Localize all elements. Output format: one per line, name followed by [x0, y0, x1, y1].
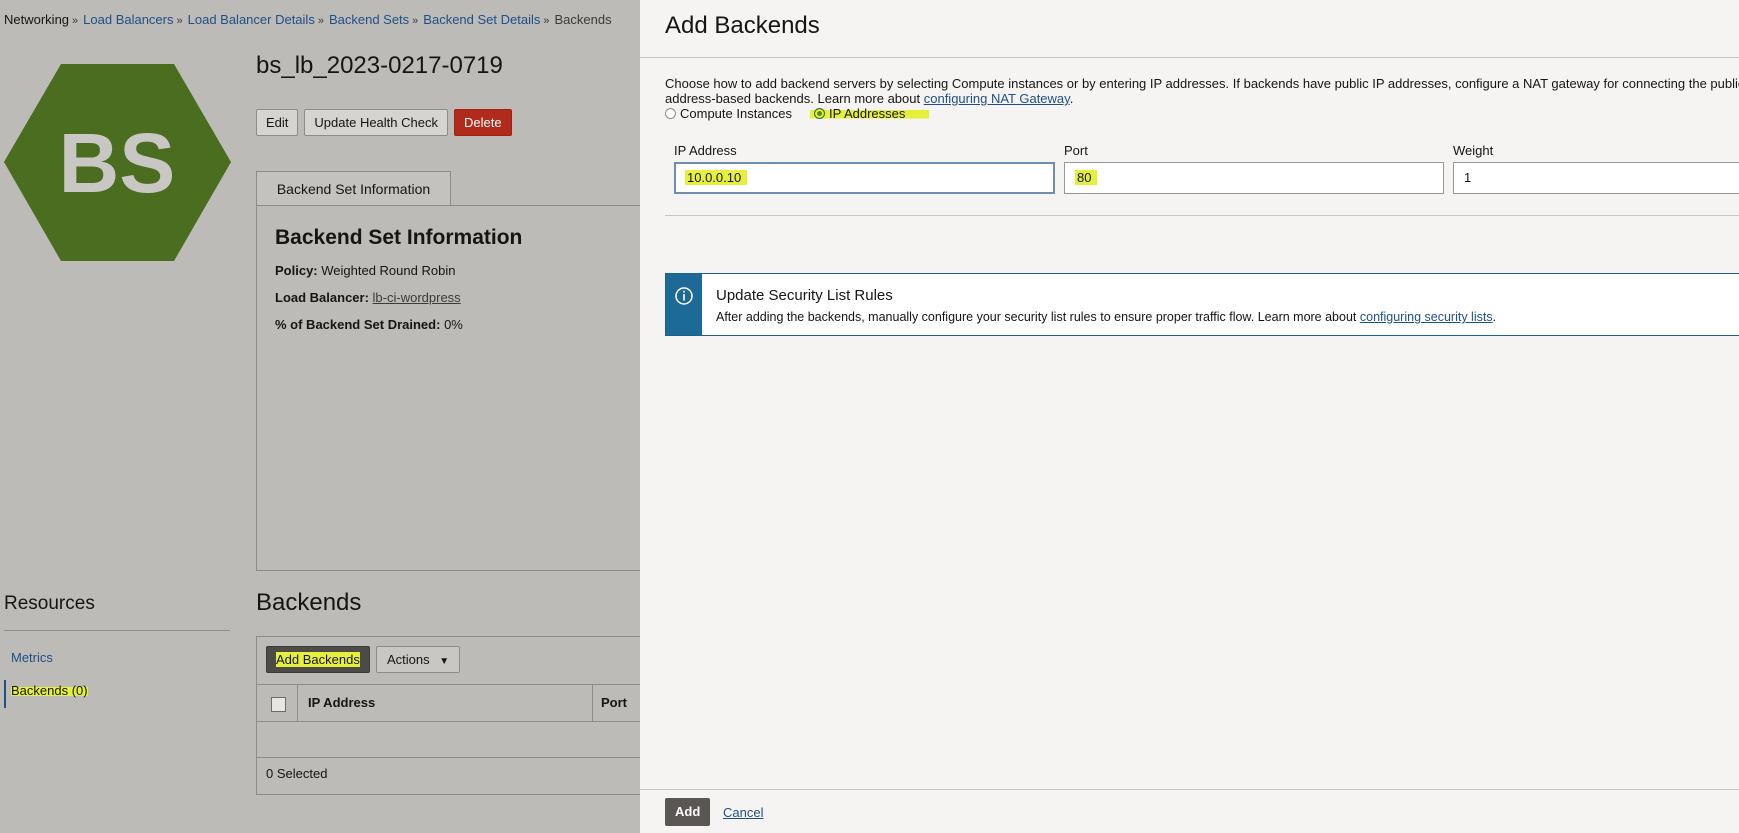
cancel-link[interactable]: Cancel	[723, 805, 763, 820]
panel-footer-divider	[640, 789, 1739, 790]
resources-active-indicator	[4, 680, 6, 708]
breadcrumb-backend-set-details[interactable]: Backend Set Details	[423, 12, 540, 27]
port-label: Port	[1064, 143, 1088, 158]
policy-value: Weighted Round Robin	[321, 263, 456, 278]
breadcrumb-sep: »	[543, 15, 550, 27]
weight-value: 1	[1464, 170, 1472, 185]
breadcrumb-sep: »	[412, 15, 419, 27]
column-port[interactable]: Port	[601, 685, 627, 721]
table-footer-divider	[257, 757, 656, 758]
port-value: 80	[1075, 170, 1098, 185]
ip-address-value: 10.0.0.10	[685, 170, 748, 185]
resources-title: Resources	[4, 593, 95, 614]
breadcrumb: Networking» Load Balancers» Load Balancer …	[4, 12, 612, 27]
add-backends-panel: Add Backends Choose how to add backend s…	[640, 0, 1739, 833]
page-title: bs_lb_2023-0217-0719	[256, 52, 503, 79]
ip-address-input[interactable]: 10.0.0.10	[674, 162, 1055, 194]
actions-label: Actions	[387, 652, 430, 667]
weight-label: Weight	[1453, 143, 1494, 158]
drained-value: 0%	[444, 317, 463, 332]
caret-down-icon: ▼	[439, 656, 450, 667]
breadcrumb-sep: »	[72, 15, 79, 27]
compute-instances-radio[interactable]	[665, 108, 676, 119]
weight-input[interactable]: 1	[1453, 162, 1739, 194]
breadcrumb-sep: »	[317, 15, 324, 27]
panel-description: Choose how to add backend servers by sel…	[665, 76, 1739, 106]
column-ip-address[interactable]: IP Address	[308, 685, 375, 721]
nat-gateway-link[interactable]: configuring NAT Gateway	[924, 91, 1070, 106]
selected-count: 0 Selected	[266, 766, 328, 781]
actions-button[interactable]: Actions ▼	[376, 646, 461, 673]
table-header: IP Address Port	[257, 684, 656, 722]
info-heading: Backend Set Information	[275, 226, 523, 249]
description-line-2: address-based backends. Learn more about	[665, 91, 921, 106]
security-list-alert: Update Security List Rules After adding …	[665, 273, 1739, 336]
delete-button[interactable]: Delete	[453, 109, 512, 136]
add-backends-button[interactable]: Add Backends	[266, 646, 370, 673]
alert-bar	[666, 274, 702, 335]
alert-body: After adding the backends, manually conf…	[716, 310, 1357, 324]
backend-set-logo: BS	[4, 64, 231, 261]
breadcrumb-load-balancer-details[interactable]: Load Balancer Details	[188, 12, 315, 27]
backend-type-radio-group: Compute Instances IP Addresses	[665, 106, 930, 121]
update-health-check-button[interactable]: Update Health Check	[304, 109, 448, 136]
load-balancer-link[interactable]: lb-ci-wordpress	[373, 290, 461, 305]
column-divider	[592, 685, 593, 721]
security-lists-link[interactable]: configuring security lists	[1360, 310, 1493, 324]
ip-address-label: IP Address	[674, 143, 737, 158]
load-balancer-row: Load Balancer: lb-ci-wordpress	[275, 290, 461, 305]
fields-divider	[665, 215, 1739, 216]
ip-addresses-radio[interactable]	[814, 108, 826, 119]
breadcrumb-backends: Backends	[554, 12, 612, 27]
info-panel	[256, 205, 656, 571]
backends-title: Backends	[256, 589, 362, 616]
add-backends-label: Add Backends	[276, 652, 360, 667]
breadcrumb-load-balancers[interactable]: Load Balancers	[83, 12, 173, 27]
ip-addresses-option[interactable]: IP Addresses	[810, 106, 930, 121]
drained-label: % of Backend Set Drained:	[275, 317, 441, 332]
description-line-1: Choose how to add backend servers by sel…	[665, 76, 1739, 91]
ip-addresses-label[interactable]: IP Addresses	[829, 106, 905, 121]
resources-divider	[4, 630, 230, 631]
logo-text: BS	[59, 116, 176, 210]
tab-backend-set-information[interactable]: Backend Set Information	[256, 171, 451, 205]
alert-title: Update Security List Rules	[716, 287, 893, 304]
edit-button[interactable]: Edit	[256, 109, 299, 136]
background-page: Networking» Load Balancers» Load Balancer …	[0, 0, 656, 833]
policy-label: Policy:	[275, 263, 318, 278]
panel-title: Add Backends	[665, 12, 820, 39]
load-balancer-label: Load Balancer:	[275, 290, 369, 305]
breadcrumb-backend-sets[interactable]: Backend Sets	[329, 12, 409, 27]
policy-row: Policy: Weighted Round Robin	[275, 263, 455, 278]
resources-item-metrics[interactable]: Metrics	[11, 650, 53, 665]
port-input[interactable]: 80	[1064, 162, 1444, 194]
breadcrumb-sep: »	[176, 15, 183, 27]
select-all-checkbox[interactable]	[271, 697, 286, 712]
resources-item-backends-label: Backends (0)	[11, 683, 88, 698]
resources-item-backends[interactable]: Backends (0)	[11, 683, 88, 698]
alert-text: After adding the backends, manually conf…	[716, 310, 1497, 324]
drained-row: % of Backend Set Drained: 0%	[275, 317, 463, 332]
column-divider	[297, 685, 298, 721]
add-button[interactable]: Add	[665, 798, 711, 826]
breadcrumb-networking[interactable]: Networking	[4, 12, 69, 27]
compute-instances-label[interactable]: Compute Instances	[680, 106, 792, 121]
panel-header-divider	[640, 57, 1739, 58]
info-icon	[675, 287, 693, 305]
